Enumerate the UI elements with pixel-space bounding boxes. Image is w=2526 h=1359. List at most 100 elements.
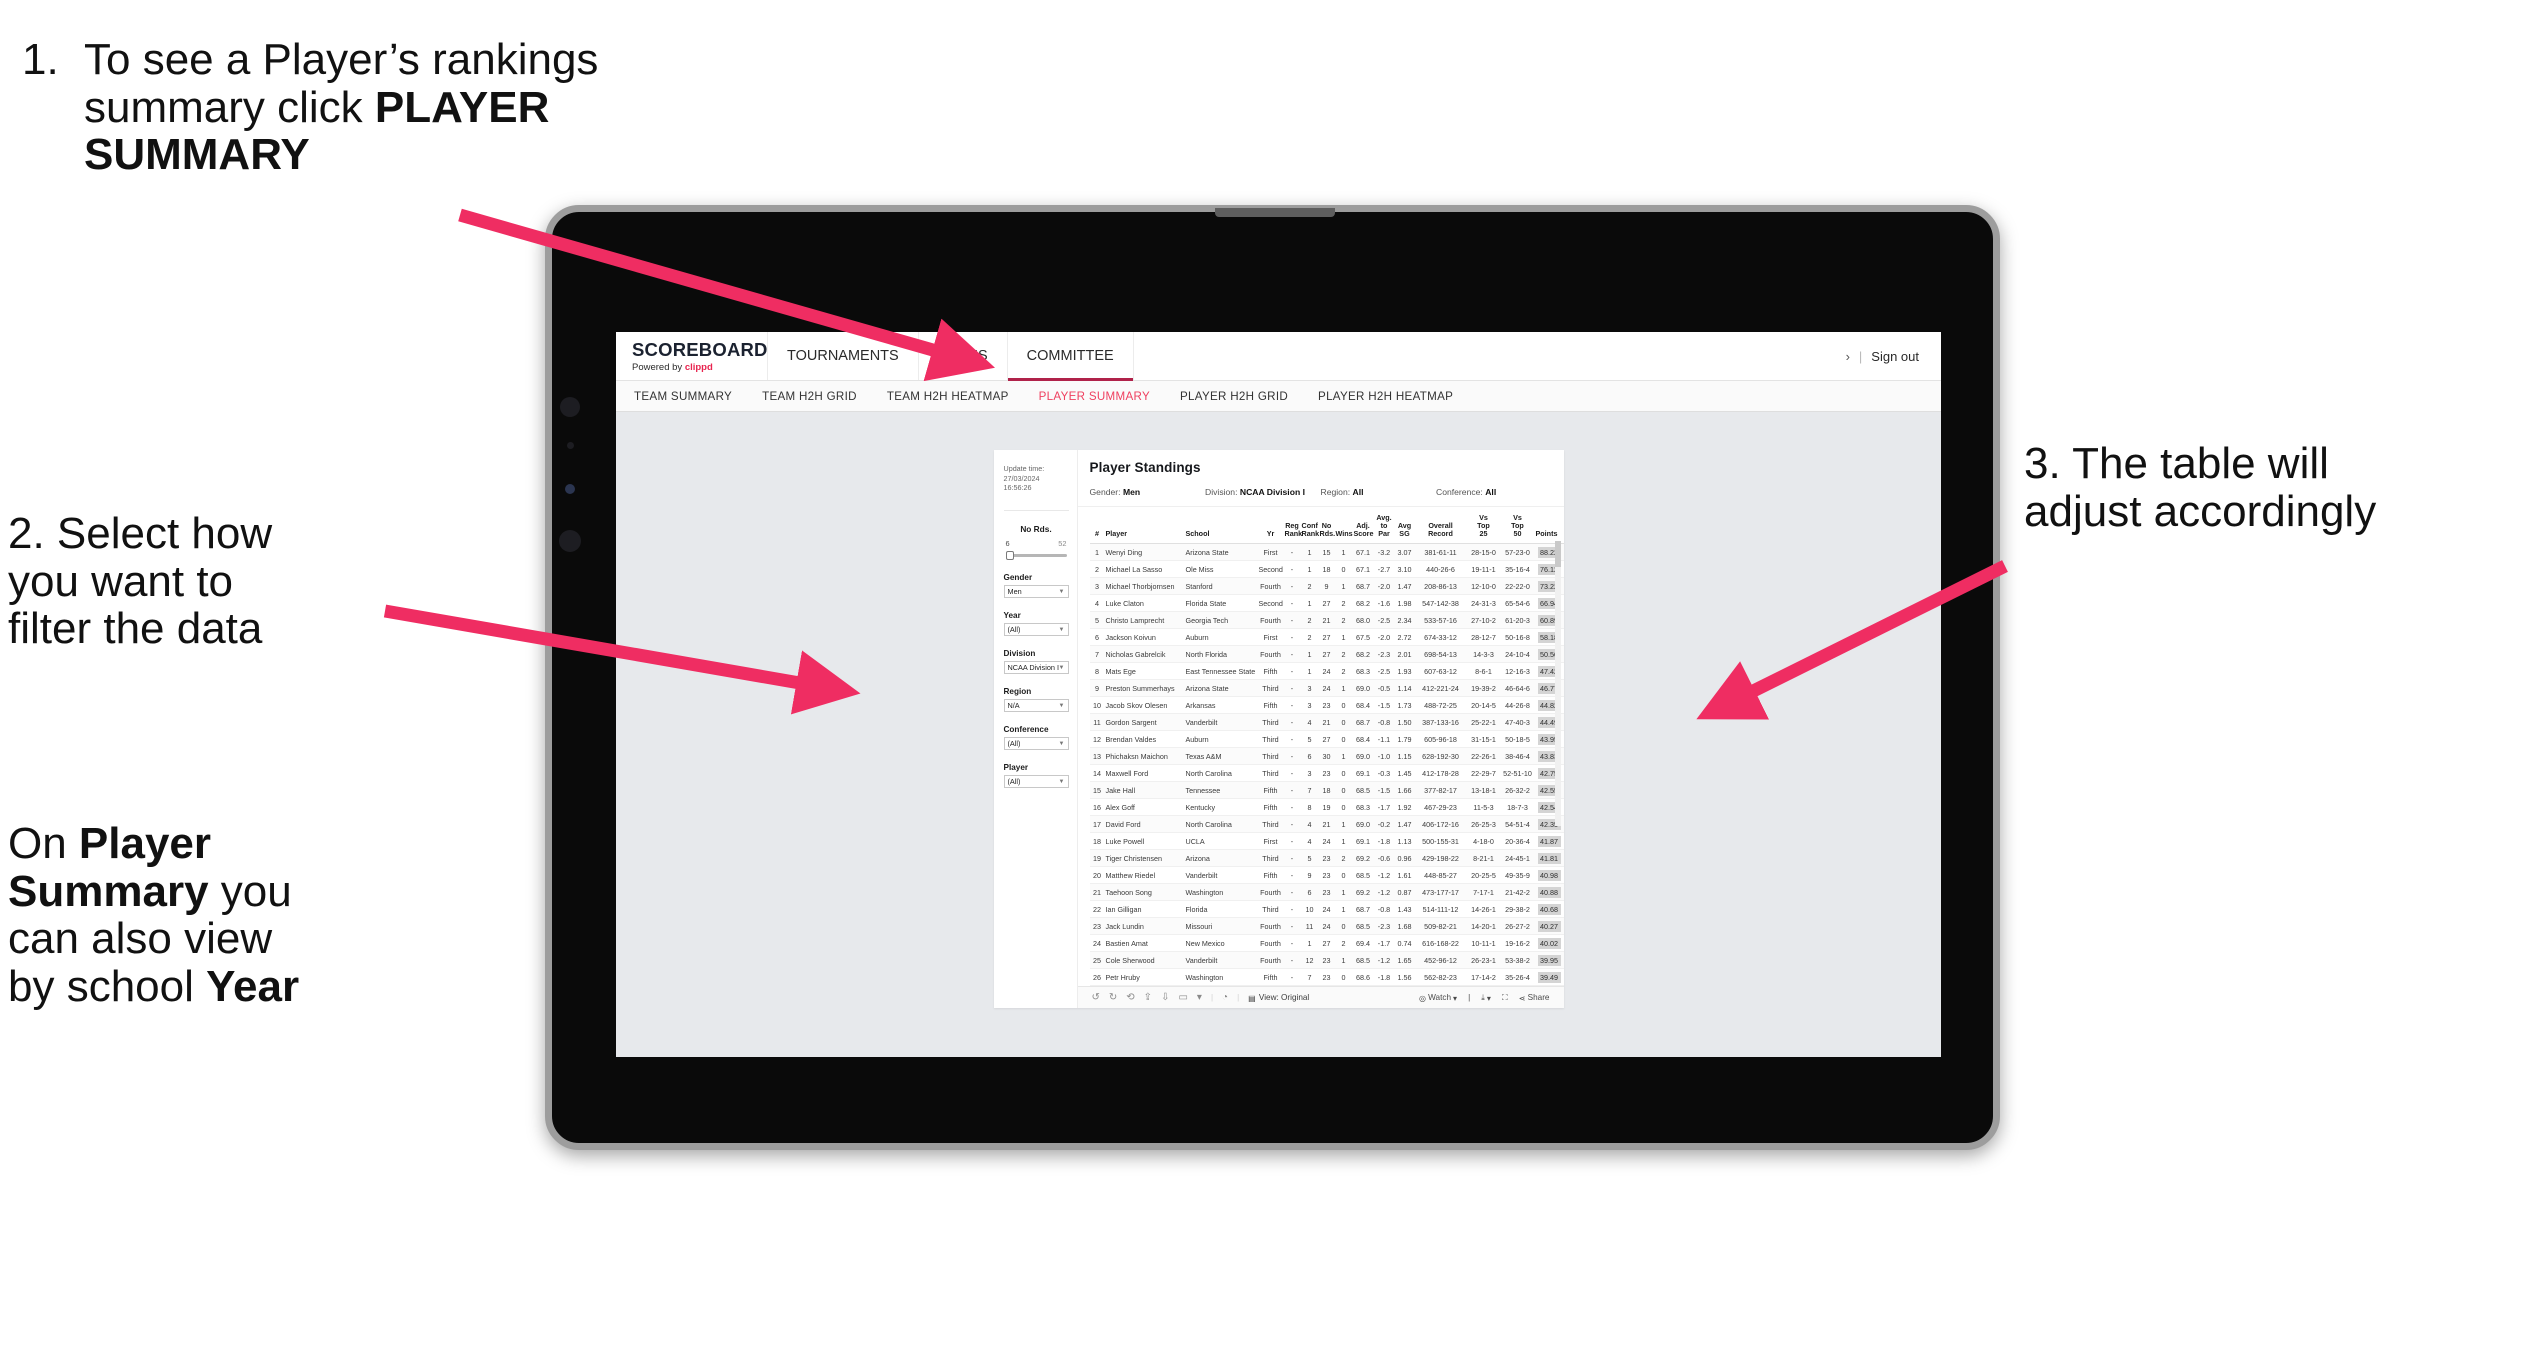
- subnav-item-player-summary[interactable]: PLAYER SUMMARY: [1039, 390, 1150, 403]
- table-row[interactable]: 19 Tiger Christensen Arizona Third -5 23 2 69.2…: [1089, 849, 1564, 868]
- share-button[interactable]: ⋖ Share: [1519, 993, 1550, 1003]
- toolbar-divider-3: |: [1468, 993, 1471, 1003]
- table-cell: Fifth: [1257, 781, 1284, 800]
- table-cell: 27: [1318, 934, 1335, 953]
- step-2-line-3: filter the data: [8, 604, 263, 654]
- filter-player-select[interactable]: (All) ▼: [1003, 775, 1069, 789]
- pause-icon[interactable]: ⇩: [1161, 992, 1169, 1003]
- table-col-header[interactable]: Reg Rank: [1283, 507, 1302, 545]
- table-row[interactable]: 2 Michael La Sasso Ole Miss Second -1 18 0 67.1…: [1089, 560, 1564, 579]
- table-row[interactable]: 5 Christo Lamprecht Georgia Tech Fourth -2 21…: [1089, 611, 1564, 630]
- table-cell: 0.87: [1394, 883, 1415, 902]
- table-col-header[interactable]: Wins: [1334, 507, 1353, 545]
- table-col-header[interactable]: #: [1089, 507, 1105, 545]
- table-row[interactable]: 20 Matthew Riedel Vanderbilt Fifth -9 23 0 68.5…: [1089, 866, 1564, 885]
- table-col-header[interactable]: Conf Rank: [1300, 507, 1319, 545]
- subnav-item-player-h2h-grid[interactable]: PLAYER H2H GRID: [1180, 390, 1288, 403]
- no-rds-handle[interactable]: [1005, 551, 1014, 561]
- table-row[interactable]: 8 Mats Ege East Tennessee State Fifth -1 24 2 6…: [1089, 662, 1564, 681]
- watch-button[interactable]: ◎ Watch ▾: [1419, 993, 1457, 1003]
- no-rds-track[interactable]: [1004, 550, 1069, 561]
- chevron-right-icon[interactable]: ›: [1846, 349, 1850, 364]
- sign-out-link[interactable]: Sign out: [1871, 349, 1919, 364]
- table-col-header[interactable]: Overall Record: [1414, 507, 1467, 545]
- table-col-header[interactable]: Yr: [1257, 507, 1284, 545]
- filter-year-select[interactable]: (All) ▼: [1003, 623, 1069, 637]
- filter-gender-select[interactable]: Men ▼: [1003, 585, 1069, 599]
- table-row[interactable]: 18 Luke Powell UCLA First -4 24 1 69.1 -1.8 1.13 5…: [1089, 832, 1564, 851]
- table-cell: 3: [1300, 696, 1319, 715]
- table-col-header[interactable]: Avg. to Par: [1373, 507, 1395, 545]
- table-row[interactable]: 7 Nicholas Gabrelcik North Florida Fourth -1…: [1089, 645, 1564, 664]
- subnav-item-team-summary[interactable]: TEAM SUMMARY: [634, 390, 732, 403]
- refresh-icon[interactable]: ⇪: [1144, 992, 1152, 1003]
- filter-region-select[interactable]: N/A ▼: [1003, 699, 1069, 713]
- chevron-down-icon[interactable]: ▾: [1197, 992, 1202, 1003]
- subnav-item-player-h2h-heatmap[interactable]: PLAYER H2H HEATMAP: [1318, 390, 1453, 403]
- chevron-down-icon: ▼: [1058, 664, 1065, 671]
- table-row[interactable]: 15 Jake Hall Tennessee Fifth -7 18 0 68.5 -1.5 1.…: [1089, 781, 1564, 800]
- filter-conference-select[interactable]: (All) ▼: [1003, 737, 1069, 751]
- table-cell: 25-22-1: [1466, 713, 1501, 732]
- table-row[interactable]: 24 Bastien Amat New Mexico Fourth -1 27 2 69.4-…: [1089, 934, 1564, 953]
- table-scrollbar[interactable]: [1554, 541, 1561, 826]
- annotation-step-2: 2. Select how you want to filter the dat…: [8, 510, 408, 653]
- brand-sub-brand: clippd: [684, 362, 713, 373]
- table-cell: 0: [1334, 798, 1353, 817]
- table-col-header[interactable]: Vs Top 50: [1500, 507, 1535, 545]
- filter-division-select[interactable]: NCAA Division I ▼: [1003, 661, 1069, 675]
- table-row[interactable]: 17 David Ford North Carolina Third -4 21 1 69.0…: [1089, 815, 1564, 834]
- table-col-header[interactable]: Adj. Score: [1352, 507, 1374, 545]
- table-col-header[interactable]: Avg SG: [1394, 507, 1415, 545]
- table-cell: 15: [1318, 543, 1335, 562]
- table-row[interactable]: 10 Jacob Skov Olesen Arkansas Fifth -3 23 0 68.…: [1089, 696, 1564, 715]
- history-icon[interactable]: ◔: [1222, 992, 1228, 1003]
- table-row[interactable]: 4 Luke Claton Florida State Second -1 27 2 68.2…: [1089, 594, 1564, 613]
- table-row[interactable]: 9 Preston Summerhays Arizona State Third -3 2…: [1089, 679, 1564, 698]
- fullscreen-button[interactable]: ⛶: [1502, 993, 1508, 1003]
- table-col-header[interactable]: Player: [1104, 507, 1185, 545]
- table-row[interactable]: 26 Petr Hruby Washington Fifth -7 23 0 68.6 -1.8…: [1089, 968, 1564, 987]
- table-cell: 1: [1334, 747, 1353, 766]
- undo-icon[interactable]: ↺: [1092, 992, 1100, 1003]
- table-col-header[interactable]: School: [1184, 507, 1258, 545]
- table-col-header[interactable]: Points: [1534, 507, 1564, 545]
- revert-icon[interactable]: ⟲: [1126, 992, 1134, 1003]
- table-row[interactable]: 23 Jack Lundin Missouri Fourth -11 24 0 68.5 -2.…: [1089, 917, 1564, 936]
- table-cell: 1.56: [1394, 968, 1415, 987]
- table-row[interactable]: 11 Gordon Sargent Vanderbilt Third -4 21 0 68.7…: [1089, 713, 1564, 732]
- table-row[interactable]: 13 Phichaksn Maichon Texas A&M Third -6 30 1 69…: [1089, 747, 1564, 766]
- table-row[interactable]: 21 Taehoon Song Washington Fourth -6 23 1 69.2-…: [1089, 883, 1564, 902]
- table-cell: Phichaksn Maichon: [1104, 747, 1185, 766]
- table-header-row: # Player School Yr Reg Rank Conf Rank No Rds. Wins…: [1089, 507, 1564, 545]
- table-cell: -: [1283, 730, 1301, 749]
- table-col-header[interactable]: Vs Top 25: [1466, 507, 1501, 545]
- cell-points: 40.88: [1534, 883, 1564, 902]
- topnav-item-tournaments[interactable]: TOURNAMENTS: [768, 332, 919, 380]
- table-row[interactable]: 3 Michael Thorbjornsen Stanford Fourth -2 9 1 6…: [1089, 577, 1564, 596]
- table-row[interactable]: 14 Maxwell Ford North Carolina Third -3 23 0 69…: [1089, 764, 1564, 783]
- table-cell: 2: [1300, 611, 1319, 630]
- view-button[interactable]: ▤ View: Original: [1248, 993, 1309, 1003]
- subnav-item-team-h2h-heatmap[interactable]: TEAM H2H HEATMAP: [887, 390, 1009, 403]
- table-row[interactable]: 25 Cole Sherwood Vanderbilt Fourth -12 23 1 68.…: [1089, 951, 1564, 970]
- table-row[interactable]: 16 Alex Goff Kentucky Fifth -8 19 0 68.3 -1.7 1.9…: [1089, 798, 1564, 817]
- redo-icon[interactable]: ↻: [1109, 992, 1117, 1003]
- table-col-header[interactable]: No Rds.: [1318, 507, 1335, 545]
- table-scrollbar-thumb[interactable]: [1554, 541, 1561, 567]
- table-cell: Vanderbilt: [1184, 713, 1258, 732]
- table-cell: 9: [1318, 577, 1335, 596]
- table-row[interactable]: 12 Brendan Valdes Auburn Third -5 27 0 68.4 -1.1…: [1089, 730, 1564, 749]
- table-row[interactable]: 6 Jackson Koivun Auburn First -2 27 1 67.5 -2.0 2…: [1089, 628, 1564, 647]
- table-cell: Second: [1257, 560, 1284, 579]
- topnav-item-committee[interactable]: COMMITTEE: [1007, 332, 1134, 381]
- table-cell: Mats Ege: [1104, 662, 1185, 681]
- subnav-item-team-h2h-grid[interactable]: TEAM H2H GRID: [762, 390, 857, 403]
- table-row[interactable]: 22 Ian Gilligan Florida Third -10 24 1 68.7 -0.8…: [1089, 900, 1564, 919]
- table-row[interactable]: 1 Wenyi Ding Arizona State First -1 15 1 67.1 -3…: [1089, 543, 1564, 562]
- topnav-item-teams[interactable]: TEAMS: [919, 332, 1008, 380]
- filter-no-rds-slider[interactable]: No Rds. 6 52: [1004, 524, 1069, 561]
- table-cell: 67.5: [1352, 628, 1374, 647]
- download-button[interactable]: ⤓ ▾: [1481, 993, 1491, 1003]
- zoom-icon[interactable]: ▭: [1178, 992, 1187, 1003]
